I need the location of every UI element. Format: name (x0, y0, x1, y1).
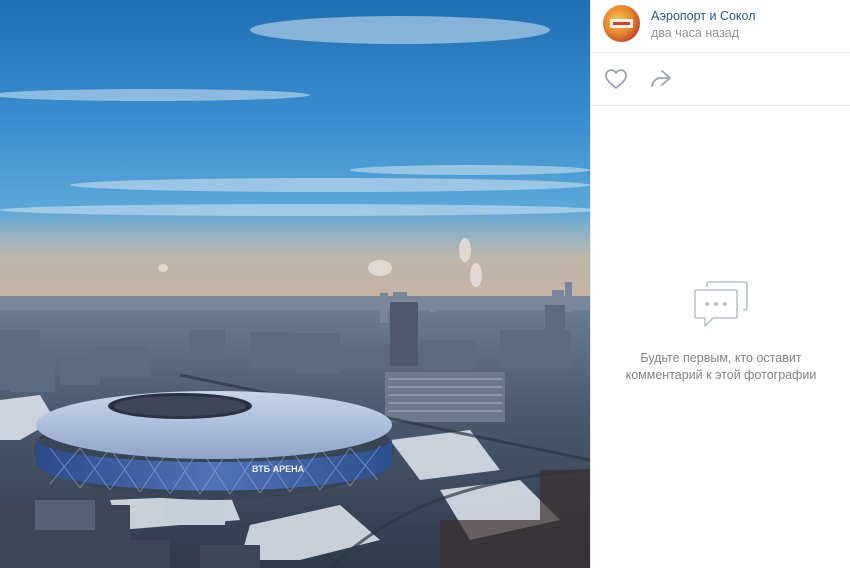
share-button[interactable] (649, 68, 673, 90)
heart-icon (604, 68, 628, 90)
post-time[interactable]: два часа назад (651, 26, 739, 40)
author-link[interactable]: Аэропорт и Сокол (651, 9, 756, 23)
empty-comments-text: Будьте первым, кто оставит комментарий к… (625, 351, 817, 382)
community-logo (610, 19, 633, 28)
post-header: Аэропорт и Сокол два часа назад (591, 0, 850, 53)
city-aerial-image: ВТБ АРЕНА (0, 16, 590, 568)
chat-bubble-icon (693, 280, 749, 332)
share-arrow-icon (649, 68, 673, 90)
post-photo[interactable]: ВТБ АРЕНА (0, 0, 590, 568)
comments-empty-state: Будьте первым, кто оставит комментарий к… (591, 280, 850, 384)
stadium-sign: ВТБ АРЕНА (252, 464, 305, 474)
post-actions (591, 53, 850, 106)
avatar[interactable] (603, 5, 640, 42)
like-button[interactable] (604, 68, 628, 90)
post-side-panel: Аэропорт и Сокол два часа назад Будьте п… (590, 0, 850, 568)
